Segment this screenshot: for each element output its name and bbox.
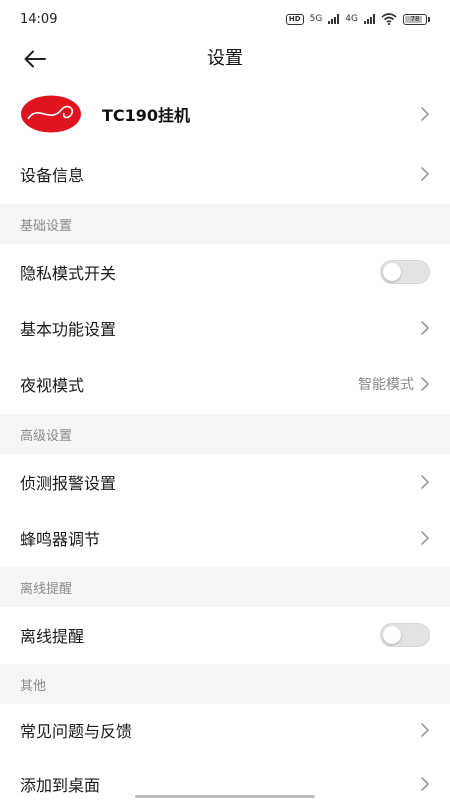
faq-feedback-row[interactable]: 常见问题与反馈 — [0, 704, 450, 756]
night-vision-value: 智能模式 — [358, 377, 414, 393]
offline-reminder-toggle[interactable] — [380, 623, 430, 647]
hd-voice-icon: HD — [285, 13, 304, 25]
chevron-right-icon — [421, 777, 429, 791]
chevron-right-icon — [421, 475, 429, 489]
faq-feedback-label: 常见问题与反馈 — [20, 722, 133, 741]
network-4g-label: 4G — [345, 14, 358, 24]
battery-icon: 78 — [403, 13, 430, 25]
device-name: TC190挂机 — [102, 106, 191, 125]
back-button[interactable] — [22, 46, 48, 72]
arrow-left-icon — [24, 50, 46, 68]
chevron-right-icon — [421, 321, 429, 335]
battery-level: 78 — [410, 14, 420, 23]
status-bar: 14:09 HD 5G 4G 78 — [0, 0, 450, 38]
device-info-row[interactable]: 设备信息 — [0, 146, 450, 202]
network-5g-label: 5G — [309, 14, 323, 24]
chevron-right-icon — [421, 531, 429, 545]
home-indicator[interactable] — [135, 795, 315, 798]
detection-alarm-row[interactable]: 侦测报警设置 — [0, 454, 450, 510]
privacy-mode-label: 隐私模式开关 — [20, 264, 117, 283]
buzzer-row[interactable]: 蜂鸣器调节 — [0, 510, 450, 566]
night-vision-label: 夜视模式 — [20, 376, 85, 395]
device-info-label: 设备信息 — [20, 166, 85, 185]
wifi-icon — [381, 13, 397, 25]
basic-function-row[interactable]: 基本功能设置 — [0, 300, 450, 356]
section-header-advanced: 高级设置 — [0, 414, 450, 454]
status-icons: HD 5G 4G 78 — [285, 13, 430, 25]
buzzer-label: 蜂鸣器调节 — [20, 530, 101, 549]
section-header-basic: 基础设置 — [0, 204, 450, 244]
page-title: 设置 — [207, 48, 243, 69]
offline-reminder-label: 离线提醒 — [20, 627, 85, 646]
offline-reminder-row: 离线提醒 — [0, 607, 450, 663]
chevron-right-icon — [421, 107, 429, 121]
app-bar: 设置 — [0, 38, 450, 80]
chevron-right-icon — [421, 377, 429, 391]
section-header-offline: 离线提醒 — [0, 567, 450, 607]
add-to-desktop-label: 添加到桌面 — [20, 776, 101, 795]
chevron-right-icon — [421, 723, 429, 737]
status-time: 14:09 — [20, 11, 58, 27]
device-logo-icon — [21, 95, 81, 133]
settings-screen: 14:09 HD 5G 4G 78 设置 TC190挂机 设备信息 基础设置 隐… — [0, 0, 450, 800]
detection-alarm-label: 侦测报警设置 — [20, 474, 117, 493]
signal-icon-2 — [364, 14, 375, 24]
section-header-other: 其他 — [0, 664, 450, 704]
device-row[interactable]: TC190挂机 — [0, 84, 450, 144]
chevron-right-icon — [421, 167, 429, 181]
privacy-mode-row: 隐私模式开关 — [0, 244, 450, 300]
privacy-mode-toggle[interactable] — [380, 260, 430, 284]
basic-function-label: 基本功能设置 — [20, 320, 117, 339]
signal-icon — [328, 14, 340, 24]
add-to-desktop-row[interactable]: 添加到桌面 — [0, 758, 450, 800]
night-vision-row[interactable]: 夜视模式 智能模式 — [0, 356, 450, 412]
